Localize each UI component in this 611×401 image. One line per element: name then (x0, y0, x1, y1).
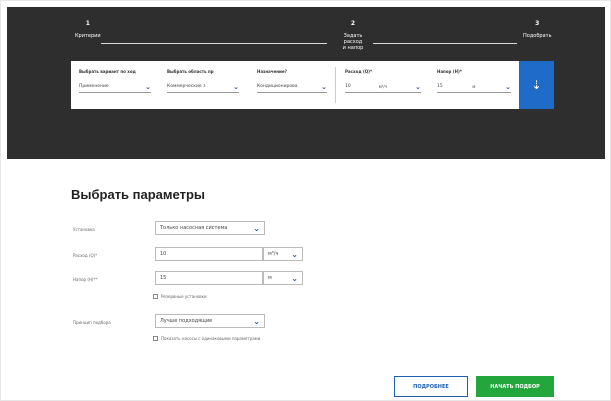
head-input[interactable]: 15 (155, 271, 263, 285)
chevron-down-icon: ⌄ (291, 273, 298, 283)
checkbox-box[interactable] (153, 336, 158, 341)
filter-variant-select[interactable]: Применение ⌄ (79, 81, 151, 93)
filter-variant[interactable]: Выбрать вариант по ход Применение ⌄ (79, 69, 151, 93)
filter-area-select[interactable]: Коммерческие з ⌄ (167, 81, 239, 93)
page-title: Выбрать параметры (71, 187, 205, 202)
filter-head-input[interactable]: 15 м ⌄ (437, 81, 511, 93)
selection-principle-select[interactable]: Лучше подходящие ⌄ (155, 314, 265, 328)
filter-flow-input[interactable]: 10 м³/ч ⌄ (345, 81, 421, 93)
app-window: 1 Критерии 2 Задать расход и напор 3 Под… (0, 0, 611, 401)
details-button[interactable]: ПОДРОБНЕЕ (394, 376, 468, 397)
step-3[interactable]: 3 Подобрать (523, 21, 552, 40)
selection-principle-label: Принцип подбора (73, 320, 111, 325)
head-label: Напор (H)** (73, 277, 98, 282)
chevron-down-icon: ⌄ (233, 82, 239, 91)
step-2[interactable]: 2 Задать расход и напор (337, 21, 369, 52)
chevron-down-icon: ⌄ (321, 82, 327, 91)
filter-area[interactable]: Выбрать область пр Коммерческие з ⌄ (167, 69, 239, 93)
flow-label: Расход (Q)* (73, 253, 98, 258)
chevron-down-icon: ⌄ (145, 82, 151, 91)
filter-flow[interactable]: Расход (Q)* 10 м³/ч ⌄ (345, 69, 421, 93)
flow-input[interactable]: 10 (155, 247, 263, 261)
progress-line-1 (101, 43, 327, 44)
chevron-down-icon: ⌄ (291, 249, 298, 259)
chevron-down-icon: ⌄ (415, 82, 421, 91)
filter-bar: Выбрать вариант по ход Применение ⌄ Выбр… (71, 61, 519, 109)
standby-checkbox[interactable]: Резервные установки (153, 294, 207, 299)
head-unit-select[interactable]: м ⌄ (263, 271, 303, 285)
similar-pumps-checkbox[interactable]: Показать насосы с одинаковыми параметрам… (153, 336, 260, 341)
filter-head[interactable]: Напор (H)* 15 м ⌄ (437, 69, 511, 93)
chevron-down-icon: ⇣ (531, 78, 542, 92)
filter-purpose-select[interactable]: Кондиционирова ⌄ (257, 81, 327, 93)
chevron-down-icon: ⌄ (505, 82, 511, 91)
chevron-down-icon: ⌄ (253, 316, 260, 326)
step-1[interactable]: 1 Критерии (75, 21, 101, 40)
start-selection-button[interactable]: НАЧАТЬ ПОДБОР (476, 376, 554, 397)
divider (335, 67, 336, 103)
filter-purpose[interactable]: Назначение? Кондиционирова ⌄ (257, 69, 327, 93)
flow-unit-select[interactable]: м³/ч ⌄ (263, 247, 303, 261)
progress-line-2 (373, 43, 517, 44)
checkbox-box[interactable] (153, 294, 158, 299)
installation-label: Установка (73, 227, 95, 232)
expand-filters-button[interactable]: ⇣ (519, 61, 554, 109)
step-2-label: Задать расход и напор (342, 33, 364, 51)
chevron-down-icon: ⌄ (253, 223, 260, 233)
installation-select[interactable]: Только насосная система ⌄ (155, 221, 265, 235)
